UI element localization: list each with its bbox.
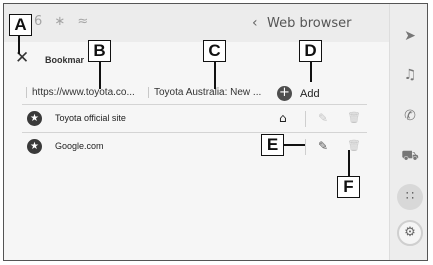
callout-e-line: [283, 144, 305, 146]
separator: [305, 111, 306, 127]
callout-d-line: [310, 60, 312, 82]
callout-c: C: [203, 40, 226, 62]
tab-bookmarks[interactable]: Bookmar: [45, 55, 84, 65]
callout-a: A: [9, 14, 32, 36]
screen-title: Web browser: [267, 16, 352, 31]
callout-e: E: [261, 134, 284, 156]
callout-f: F: [337, 176, 360, 198]
pencil-icon[interactable]: ✎: [318, 139, 328, 153]
plus-icon[interactable]: +: [277, 86, 292, 101]
callout-b-line: [99, 60, 101, 89]
music-note-icon[interactable]: ♫: [390, 67, 427, 83]
separator: [305, 139, 306, 155]
callout-c-line: [214, 60, 216, 89]
url-item-2[interactable]: Toyota Australia: New ...: [148, 87, 261, 98]
pencil-icon[interactable]: ✎: [318, 111, 328, 125]
callout-d: D: [299, 40, 322, 62]
bookmark-name: Toyota official site: [55, 113, 126, 123]
apps-grid-icon[interactable]: ∷: [397, 184, 423, 210]
settings-gear-icon[interactable]: ⚙: [397, 220, 423, 246]
status-icons: 6 ∗ ≈: [34, 14, 93, 29]
bookmark-name: Google.com: [55, 141, 104, 151]
callout-b: B: [88, 40, 111, 62]
add-button[interactable]: Add: [300, 88, 320, 100]
url-item-1[interactable]: https://www.toyota.co...: [26, 87, 135, 98]
status-bar: 6 ∗ ≈ ‹ Web browser: [4, 4, 389, 42]
home-icon[interactable]: ⌂: [279, 111, 287, 125]
bookmark-row-2[interactable]: ★ Google.com ✎ 🗑: [22, 133, 367, 161]
trash-icon[interactable]: 🗑: [347, 111, 361, 124]
star-icon: ★: [27, 111, 42, 126]
right-sidebar: ➤ ♫ ✆ ⛟ ∷ ⚙: [389, 4, 427, 260]
bookmark-row-1[interactable]: ★ Toyota official site ⌂ ✎ 🗑: [22, 105, 367, 133]
phone-icon[interactable]: ✆: [390, 108, 427, 124]
back-chevron-icon[interactable]: ‹: [252, 15, 258, 31]
navigation-arrow-icon[interactable]: ➤: [390, 28, 427, 44]
callout-f-line: [348, 150, 350, 178]
car-icon[interactable]: ⛟: [390, 148, 427, 166]
callout-a-line: [18, 34, 20, 54]
star-icon: ★: [27, 139, 42, 154]
